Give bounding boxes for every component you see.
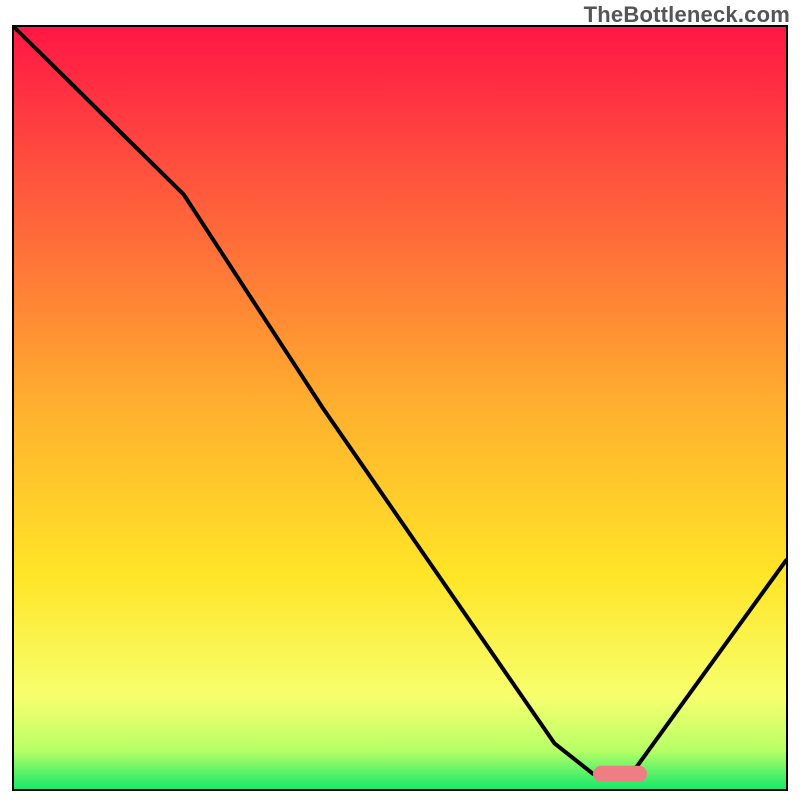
bottleneck-chart <box>12 25 788 791</box>
chart-container: TheBottleneck.com <box>0 0 800 800</box>
optimal-marker <box>593 766 647 782</box>
